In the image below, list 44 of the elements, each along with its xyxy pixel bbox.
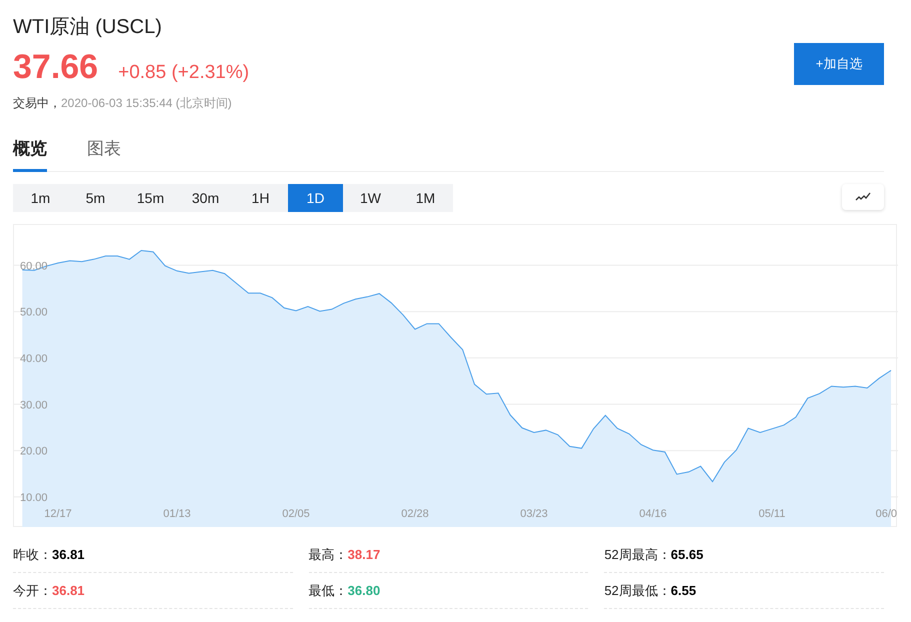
- trading-status: 交易中，: [13, 94, 61, 112]
- x-axis-label: 01/13: [163, 508, 191, 520]
- chart-type-button[interactable]: [842, 184, 884, 210]
- period-button[interactable]: 30m: [178, 184, 233, 212]
- y-axis-label: 60.00: [20, 260, 48, 272]
- y-axis-label: 10.00: [20, 492, 48, 504]
- tab[interactable]: 概览: [13, 136, 47, 172]
- x-axis-label: 06/0: [876, 508, 897, 520]
- x-axis-label: 04/16: [639, 508, 667, 520]
- period-button[interactable]: 5m: [68, 184, 123, 212]
- period-button[interactable]: 1W: [343, 184, 398, 212]
- period-button[interactable]: 1D: [288, 184, 343, 212]
- stat-label: 52周最高：: [604, 546, 671, 564]
- period-button[interactable]: 15m: [123, 184, 178, 212]
- y-axis-label: 50.00: [20, 306, 48, 319]
- x-axis-label: 03/23: [520, 508, 548, 520]
- stat-label: 最低：: [308, 582, 348, 600]
- add-watchlist-button[interactable]: +加自选: [794, 43, 884, 85]
- stat-label: 最高：: [308, 546, 348, 564]
- stat-label: 52周最低：: [604, 582, 671, 600]
- price: 37.66: [13, 49, 98, 85]
- y-axis-label: 20.00: [20, 446, 48, 458]
- stat-label: 昨收：: [13, 546, 52, 564]
- period-button[interactable]: 1H: [233, 184, 288, 212]
- price-change: +0.85 (+2.31%): [118, 61, 250, 85]
- x-axis-label: 02/28: [401, 508, 429, 520]
- period-button[interactable]: 1M: [398, 184, 453, 212]
- period-button[interactable]: 1m: [13, 184, 68, 212]
- x-axis-label: 02/05: [282, 508, 310, 520]
- stat-value: 36.80: [348, 582, 380, 600]
- stat-value: 6.55: [670, 582, 696, 600]
- tab[interactable]: 图表: [87, 136, 121, 172]
- stat-value: 36.81: [52, 546, 85, 564]
- x-axis-label: 05/11: [758, 508, 786, 520]
- x-axis-label: 12/17: [44, 508, 72, 520]
- stat-value: 65.65: [670, 546, 704, 564]
- line-chart-icon: [855, 192, 871, 202]
- y-axis-label: 40.00: [20, 352, 48, 365]
- stat-value: 36.81: [52, 582, 85, 600]
- update-time: 2020-06-03 15:35:44 (北京时间): [61, 94, 232, 112]
- stat-label: 今开：: [13, 582, 52, 600]
- quote-title: WTI原油 (USCL): [13, 15, 163, 40]
- y-axis-label: 30.00: [20, 399, 48, 412]
- stat-value: 38.17: [348, 546, 380, 564]
